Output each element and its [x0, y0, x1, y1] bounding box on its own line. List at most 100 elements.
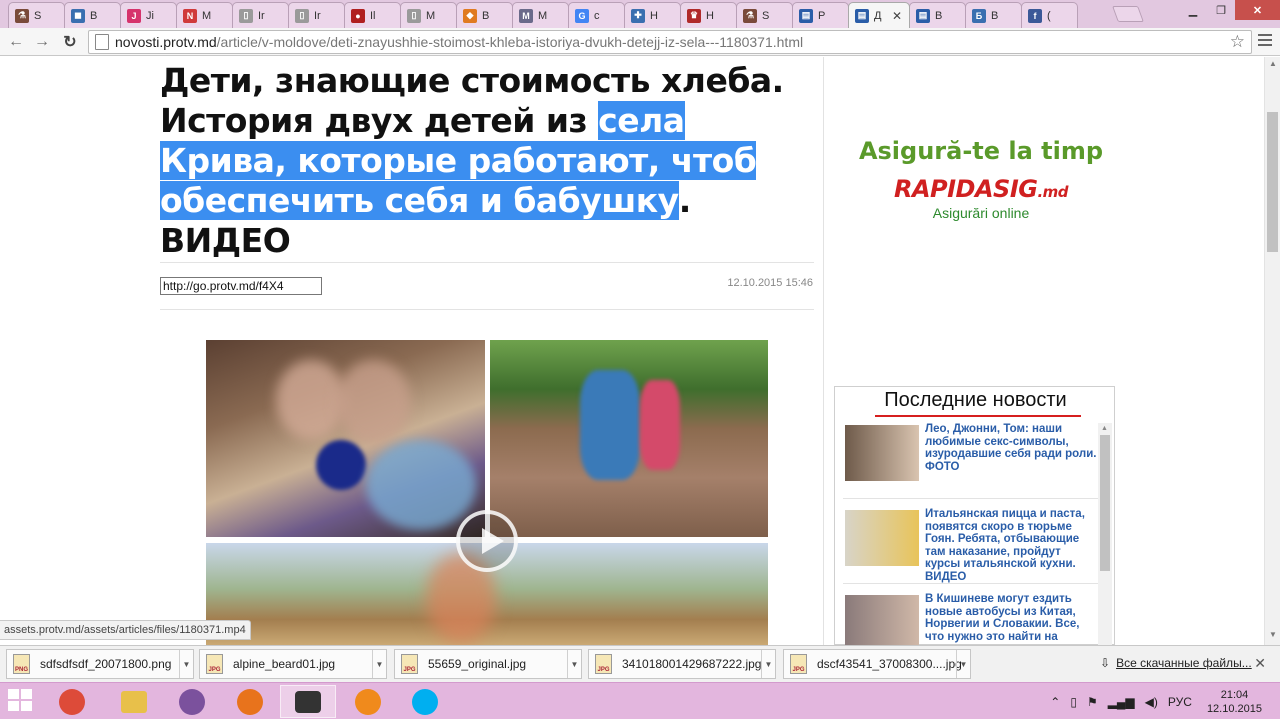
news-headline-link[interactable]: Итальянская пицца и паста, появятся скор…	[925, 508, 1099, 583]
download-menu-arrow-icon[interactable]: ▼	[956, 650, 970, 678]
tab-18[interactable]: f(	[1021, 2, 1078, 28]
tab-6[interactable]: ● Il	[344, 2, 401, 28]
download-menu-arrow-icon[interactable]: ▼	[567, 650, 581, 678]
taskbar-app-firefox[interactable]	[222, 685, 278, 718]
download-filename: alpine_beard01.jpg	[233, 657, 336, 671]
restore-button[interactable]: ❐	[1207, 0, 1235, 20]
video-player[interactable]	[206, 340, 768, 645]
reload-button[interactable]: ↻	[60, 32, 80, 52]
tab-15[interactable]: ▤ Д ✕	[848, 2, 910, 28]
tab-9[interactable]: MM	[512, 2, 569, 28]
system-tray: ⌃ ▯ ⚑ ▂▄▆ ◀) РУС 21:04 12.10.2015	[1045, 683, 1280, 719]
divider	[160, 309, 814, 310]
news-item[interactable]: Итальянская пицца и паста, появятся скор…	[843, 508, 1099, 584]
video-thumbnail-children	[206, 340, 485, 537]
tray-volume-icon[interactable]: ◀)	[1145, 695, 1158, 709]
tab-title: Д	[874, 9, 882, 22]
taskbar-app-viber[interactable]	[164, 685, 220, 718]
taskbar-app-chrome[interactable]	[44, 685, 100, 718]
download-filename: sdfsdfsdf_20071800.png	[40, 657, 172, 671]
tab-title: M	[202, 9, 212, 22]
news-thumbnail[interactable]	[845, 595, 919, 645]
tab-17[interactable]: БB	[965, 2, 1022, 28]
tab-close-icon[interactable]: ✕	[892, 9, 902, 23]
headline-text: Дети, знающие стоимость хлеба. История д…	[160, 61, 784, 140]
download-menu-arrow-icon[interactable]: ▼	[179, 650, 193, 678]
show-all-downloads[interactable]: ⇩ Все скачанные файлы...	[1100, 656, 1252, 670]
download-item[interactable]: JPG dscf43541_37008300....jpg ▼	[783, 649, 971, 679]
page-scrollbar[interactable]: ▲ ▼	[1264, 57, 1280, 645]
tab-favicon-icon: ✚	[631, 8, 645, 23]
tab-title: H	[650, 9, 658, 22]
tab-favicon-icon: J	[127, 8, 141, 23]
download-arrow-icon: ⇩	[1100, 656, 1111, 670]
forward-button[interactable]: →	[32, 32, 52, 52]
chrome-icon	[59, 688, 85, 715]
tab-2[interactable]: J Ji	[120, 2, 177, 28]
windows-start-icon[interactable]	[8, 689, 34, 713]
advertisement[interactable]: Asigură-te la timp RAPIDASIG.md Asigurăr…	[836, 137, 1126, 237]
viber-icon	[179, 688, 205, 715]
show-all-downloads-link[interactable]: Все скачанные файлы...	[1116, 656, 1252, 670]
language-indicator[interactable]: РУС	[1168, 695, 1192, 709]
tab-5[interactable]: ▯ Ir	[288, 2, 345, 28]
tab-title: Il	[370, 9, 376, 22]
taskbar-app-messenger[interactable]	[340, 685, 396, 718]
tab-title: B	[482, 9, 490, 22]
tab-12[interactable]: ♛ H	[680, 2, 737, 28]
clock[interactable]: 21:04 12.10.2015	[1207, 688, 1262, 716]
tray-expand-icon[interactable]: ⌃	[1050, 695, 1060, 709]
bookmark-star-icon[interactable]: ☆	[1230, 32, 1245, 52]
download-menu-arrow-icon[interactable]: ▼	[372, 650, 386, 678]
tab-14[interactable]: ▤ P	[792, 2, 849, 28]
play-button-icon[interactable]	[456, 510, 518, 572]
page-viewport: Дети, знающие стоимость хлеба. История д…	[0, 57, 1264, 645]
news-item[interactable]: В Кишиневе могут ездить новые автобусы и…	[843, 593, 1099, 645]
tab-title: H	[706, 9, 714, 22]
news-thumbnail[interactable]	[845, 425, 919, 481]
download-item[interactable]: JPG 341018001429687222.jpg ▼	[588, 649, 776, 679]
tab-0[interactable]: ⚗ S	[8, 2, 65, 28]
news-headline-link[interactable]: Лео, Джонни, Том: наши любимые секс-симв…	[925, 423, 1099, 473]
tab-11[interactable]: ✚ H	[624, 2, 681, 28]
scrollbar-thumb[interactable]	[1267, 112, 1278, 252]
close-downloads-button[interactable]: ✕	[1254, 655, 1266, 672]
news-thumbnail[interactable]	[845, 510, 919, 566]
news-scrollbar[interactable]: ▲	[1098, 423, 1112, 645]
tray-device-icon[interactable]: ▯	[1070, 695, 1077, 709]
news-headline-link[interactable]: В Кишиневе могут ездить новые автобусы и…	[925, 593, 1099, 643]
tab-favicon-icon: ▯	[239, 8, 253, 23]
tab-16[interactable]: ▤ B	[909, 2, 966, 28]
taskbar-app-camera[interactable]	[280, 685, 336, 718]
tab-4[interactable]: ▯ Ir	[232, 2, 289, 28]
address-bar[interactable]: novosti.protv.md/article/v-moldove/deti-…	[88, 30, 1252, 54]
article-date: 12.10.2015 15:46	[727, 277, 813, 289]
tab-7[interactable]: ▯ M	[400, 2, 457, 28]
minimize-button[interactable]: ▁	[1179, 0, 1207, 20]
back-button[interactable]: ←	[6, 32, 26, 52]
tab-title: Ir	[314, 9, 321, 22]
taskbar-app-explorer[interactable]	[106, 685, 162, 718]
tab-favicon-icon: ▤	[799, 8, 813, 23]
tab-13[interactable]: ⚗ S	[736, 2, 793, 28]
close-window-button[interactable]: ✕	[1235, 0, 1280, 20]
tray-flag-icon[interactable]: ⚑	[1087, 695, 1098, 709]
download-menu-arrow-icon[interactable]: ▼	[761, 650, 775, 678]
tab-title: B	[991, 9, 999, 22]
download-item[interactable]: JPG alpine_beard01.jpg ▼	[199, 649, 387, 679]
new-tab-button[interactable]	[1112, 6, 1144, 22]
tab-8[interactable]: ◆ B	[456, 2, 513, 28]
tab-favicon-icon: ▤	[916, 8, 930, 23]
tab-1[interactable]: ◼ B	[64, 2, 121, 28]
taskbar-app-skype[interactable]	[397, 685, 453, 718]
tab-10[interactable]: Gc	[568, 2, 625, 28]
news-item[interactable]: Лео, Джонни, Том: наши любимые секс-симв…	[843, 423, 1099, 499]
menu-icon[interactable]	[1258, 34, 1272, 46]
tab-title: Ir	[258, 9, 265, 22]
tray-network-icon[interactable]: ▂▄▆	[1108, 695, 1135, 709]
short-link-field[interactable]	[160, 277, 322, 295]
tab-3[interactable]: NM	[176, 2, 233, 28]
download-item[interactable]: PNG sdfsdfsdf_20071800.png ▼	[6, 649, 194, 679]
url-path: /article/v-moldove/deti-znayushhie-stoim…	[216, 34, 804, 50]
download-item[interactable]: JPG 55659_original.jpg ▼	[394, 649, 582, 679]
